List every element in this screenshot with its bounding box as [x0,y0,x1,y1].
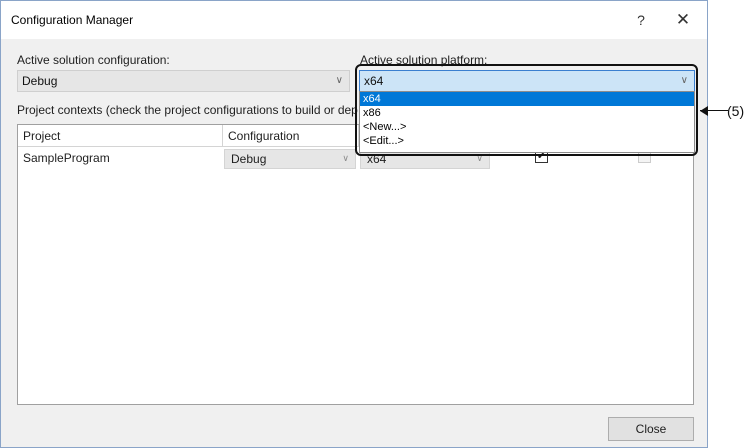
column-header-project[interactable]: Project [18,125,223,146]
platform-option-x64[interactable]: x64 [360,92,694,106]
close-button[interactable]: Close [608,417,694,441]
project-configuration-combo[interactable]: Debug ∨ [224,149,356,169]
platform-option-edit[interactable]: <Edit...> [360,134,694,148]
chevron-down-icon: ∨ [476,153,483,163]
project-platform-value: x64 [367,152,387,166]
title-bar: Configuration Manager ? ✕ [1,1,707,39]
active-solution-configuration-label: Active solution configuration: [17,53,170,67]
active-solution-platform-label: Active solution platform: [360,53,488,67]
active-solution-configuration-combo[interactable]: Debug ∨ [17,70,350,92]
active-solution-platform-combo[interactable]: x64 ∨ [359,70,695,92]
active-solution-configuration-value: Debug [22,74,58,88]
platform-option-new[interactable]: <New...> [360,120,694,134]
close-icon[interactable]: ✕ [670,8,696,32]
project-configuration-value: Debug [231,152,267,166]
active-solution-platform-value: x64 [364,74,384,88]
help-icon[interactable]: ? [631,10,651,30]
chevron-down-icon: ∨ [335,75,343,86]
annotation-label: (5) [727,103,745,119]
configuration-manager-dialog: Configuration Manager ? ✕ Active solutio… [0,0,708,448]
column-header-configuration[interactable]: Configuration [223,125,359,146]
project-contexts-label: Project contexts (check the project conf… [17,103,358,117]
chevron-down-icon: ∨ [680,75,688,86]
platform-dropdown-list: x64 x86 <New...> <Edit...> [359,91,695,153]
chevron-down-icon: ∨ [342,153,349,163]
arrow-head-icon [700,106,708,116]
platform-option-x86[interactable]: x86 [360,106,694,120]
window-title: Configuration Manager [11,13,134,27]
project-name: SampleProgram [23,151,110,165]
project-contexts-grid: Project Configuration SampleProgram Debu… [17,124,694,405]
